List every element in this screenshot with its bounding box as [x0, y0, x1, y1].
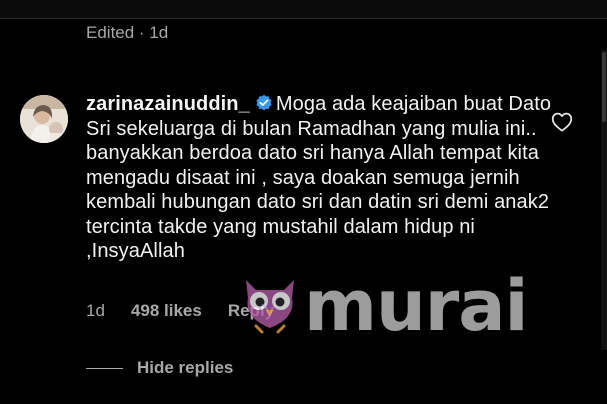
hide-replies-button[interactable]: Hide replies — [137, 358, 233, 378]
comment-likes-count[interactable]: 498 likes — [131, 301, 202, 321]
comments-screen: Edited · 1d zarinazainuddin_ Moga ada ke… — [0, 0, 607, 404]
murai-watermark: murai — [238, 265, 529, 347]
divider — [0, 18, 607, 19]
avatar[interactable] — [20, 95, 68, 143]
previous-comment-meta: Edited · 1d — [86, 23, 169, 42]
scrollbar-thumb[interactable] — [602, 52, 606, 122]
previous-comment-area — [0, 0, 607, 18]
comment-body: zarinazainuddin_ Moga ada keajaiban buat… — [86, 92, 556, 264]
comment-username[interactable]: zarinazainuddin_ — [86, 93, 250, 115]
watermark-text: murai — [304, 265, 529, 347]
reply-button[interactable]: Reply — [228, 301, 274, 321]
verified-badge-icon — [256, 94, 272, 111]
replies-divider-line — [86, 368, 123, 369]
comment-meta-row: 1d 498 likes Reply — [86, 300, 274, 322]
comment-timestamp: 1d — [86, 301, 105, 320]
comment-text: Moga ada keajaiban buat Dato Sri sekelua… — [86, 93, 552, 262]
heart-outline-icon[interactable] — [551, 112, 573, 132]
avatar-photo — [20, 95, 68, 143]
